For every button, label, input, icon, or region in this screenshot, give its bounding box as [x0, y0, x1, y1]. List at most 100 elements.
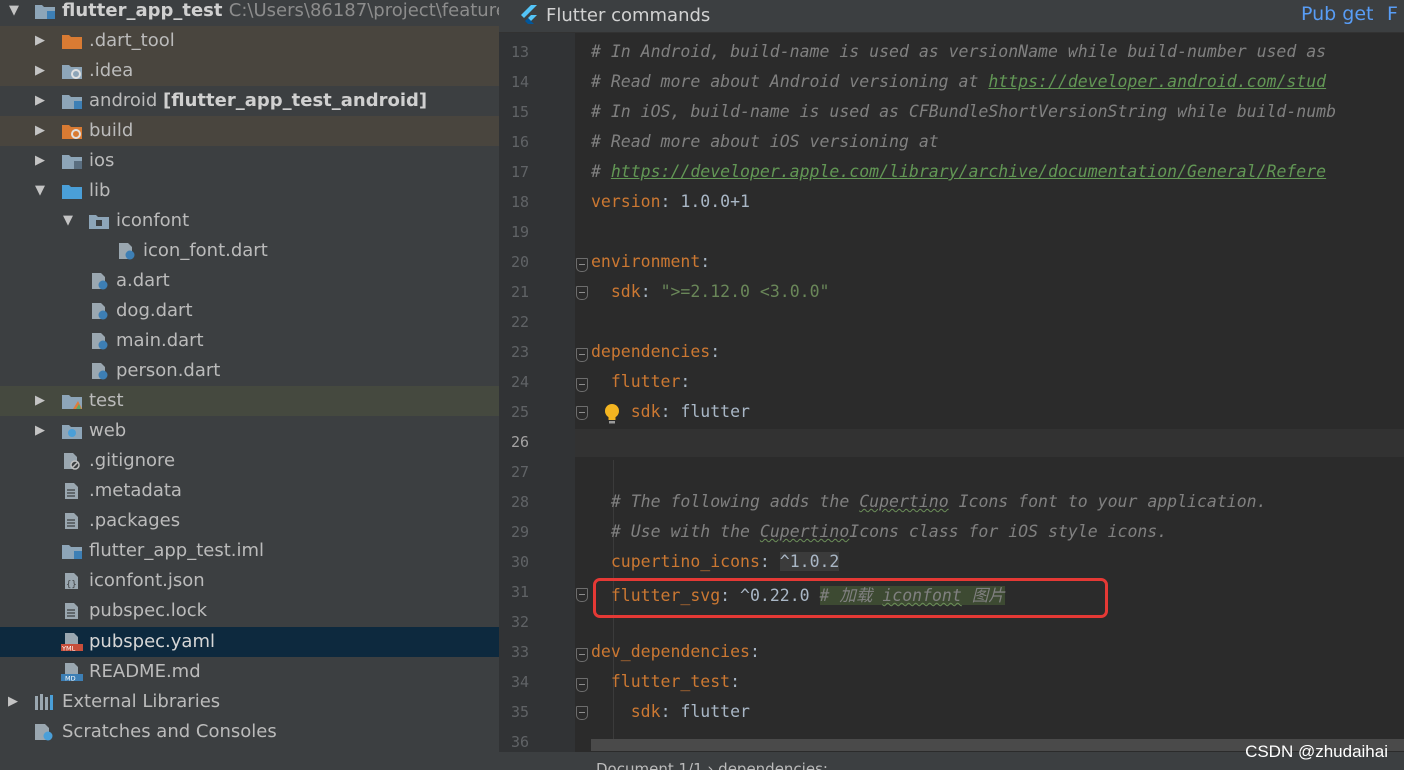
more-commands-link[interactable]: F: [1387, 3, 1398, 25]
code-line-34[interactable]: flutter_test:: [591, 672, 740, 691]
fold-marker-icon[interactable]: [576, 588, 588, 602]
line-number: 31: [510, 583, 529, 601]
fold-marker-icon[interactable]: [576, 348, 588, 362]
apple-docs-link[interactable]: https://developer.apple.com/library/arch…: [611, 162, 1326, 181]
breadcrumb-dependencies[interactable]: dependencies:: [718, 760, 828, 770]
lightbulb-icon[interactable]: [602, 403, 622, 425]
tree-row-a-dart[interactable]: a.dart: [0, 266, 499, 296]
code-line-23[interactable]: dependencies:: [591, 342, 720, 361]
tree-row-external-libraries[interactable]: ▶ External Libraries: [0, 687, 499, 717]
line-number: 34: [510, 673, 529, 691]
fold-marker-icon[interactable]: [576, 678, 588, 692]
collapse-arrow-icon[interactable]: ▼: [33, 183, 47, 199]
code-line-29[interactable]: # Use with the CupertinoIcons class for …: [591, 522, 1167, 541]
fold-marker-icon[interactable]: [576, 378, 588, 392]
text-file-icon: [65, 513, 78, 529]
tree-row-metadata[interactable]: .metadata: [0, 476, 499, 506]
tree-row-idea[interactable]: ▶ .idea: [0, 56, 499, 86]
line-number: 29: [510, 523, 529, 541]
expand-arrow-icon[interactable]: ▶: [33, 423, 47, 439]
highlight-annotation-box: [593, 578, 1108, 618]
code-editor[interactable]: Flutter commands Pub get F 13 14 15 16 1…: [499, 0, 1404, 770]
tree-row-build[interactable]: ▶ build: [0, 116, 499, 146]
code-line-35[interactable]: sdk: flutter: [591, 702, 750, 721]
tree-item-label: web: [89, 420, 127, 441]
tree-row-dog-dart[interactable]: dog.dart: [0, 296, 499, 326]
expand-arrow-icon[interactable]: ▶: [33, 33, 47, 49]
line-number: 35: [510, 703, 529, 721]
fold-marker-icon[interactable]: [576, 706, 588, 720]
tree-item-label: ios: [89, 150, 115, 171]
yaml-key: environment: [591, 252, 701, 271]
expand-arrow-icon[interactable]: ▶: [33, 93, 47, 109]
tree-row-main-dart[interactable]: main.dart: [0, 326, 499, 356]
code-line-24[interactable]: flutter:: [591, 372, 690, 391]
tree-item-label: .gitignore: [89, 450, 176, 471]
code-line-15[interactable]: # In iOS, build-name is used as CFBundle…: [591, 102, 1336, 121]
yaml-value: ^1.0.2: [779, 552, 840, 571]
tree-item-label: .metadata: [89, 480, 182, 501]
code-line-30[interactable]: cupertino_icons: ^1.0.2: [591, 552, 840, 571]
tree-row-lib[interactable]: ▼ lib: [0, 176, 499, 206]
code-line-28[interactable]: # The following adds the Cupertino Icons…: [591, 492, 1267, 511]
expand-arrow-icon[interactable]: ▶: [33, 393, 47, 409]
tree-row-android[interactable]: ▶ android [flutter_app_test_android]: [0, 86, 499, 116]
tree-row-dart-tool[interactable]: ▶ .dart_tool: [0, 26, 499, 56]
collapse-arrow-icon[interactable]: ▼: [61, 213, 75, 229]
module-folder-icon: [62, 95, 82, 109]
fold-marker-icon[interactable]: [576, 258, 588, 272]
code-line-20[interactable]: environment:: [591, 252, 710, 271]
yaml-separator: :: [730, 672, 741, 691]
expand-arrow-icon[interactable]: ▼: [7, 3, 21, 19]
code-line-13[interactable]: # In Android, build-name is used as vers…: [591, 42, 1326, 61]
code-line-21[interactable]: sdk: ">=2.12.0 <3.0.0": [591, 282, 830, 301]
fold-marker-icon[interactable]: [576, 286, 588, 300]
tree-row-icon-font-dart[interactable]: icon_font.dart: [0, 236, 499, 266]
comment-text: Icons font to your application.: [948, 492, 1267, 511]
tree-item-label: build: [89, 120, 134, 141]
svg-text:YML: YML: [61, 645, 76, 652]
tree-row-scratches[interactable]: Scratches and Consoles: [0, 717, 499, 747]
yaml-value: flutter: [680, 402, 750, 421]
expand-arrow-icon[interactable]: ▶: [33, 63, 47, 79]
expand-arrow-icon[interactable]: ▶: [33, 123, 47, 139]
dart-file-icon: [92, 333, 108, 350]
code-line-14[interactable]: # Read more about Android versioning at …: [591, 72, 1326, 91]
tree-row-readme[interactable]: MD README.md: [0, 657, 499, 687]
tree-row-pubspec-yaml[interactable]: YML pubspec.yaml: [0, 627, 499, 657]
tree-row-person-dart[interactable]: person.dart: [0, 356, 499, 386]
tree-row-test[interactable]: ▶ test: [0, 386, 499, 416]
tree-row-gitignore[interactable]: .gitignore: [0, 446, 499, 476]
tree-row-root[interactable]: ▼ flutter_app_test C:\Users\86187\projec…: [0, 0, 499, 26]
tree-row-ios[interactable]: ▶ ios: [0, 146, 499, 176]
expand-arrow-icon[interactable]: ▶: [6, 694, 20, 710]
tree-item-label: .dart_tool: [89, 30, 175, 51]
breadcrumb-document[interactable]: Document 1/1: [596, 760, 703, 770]
fold-marker-icon[interactable]: [576, 648, 588, 662]
ignore-file-icon: [64, 453, 80, 470]
expand-arrow-icon[interactable]: ▶: [33, 153, 47, 169]
fold-marker-icon[interactable]: [576, 406, 588, 420]
tree-row-iml[interactable]: flutter_app_test.iml: [0, 536, 499, 566]
line-number: 18: [510, 193, 529, 211]
tree-item-label: person.dart: [116, 360, 221, 381]
code-line-17[interactable]: # https://developer.apple.com/library/ar…: [591, 162, 1326, 181]
line-number: 14: [510, 73, 529, 91]
tree-row-packages[interactable]: .packages: [0, 506, 499, 536]
pub-get-link[interactable]: Pub get: [1301, 3, 1373, 25]
tree-row-iconfont-json[interactable]: {} iconfont.json: [0, 566, 499, 596]
tree-row-pubspec-lock[interactable]: pubspec.lock: [0, 596, 499, 626]
tree-item-label: README.md: [89, 661, 201, 682]
tree-row-web[interactable]: ▶ web: [0, 416, 499, 446]
code-line-16[interactable]: # Read more about iOS versioning at: [591, 132, 939, 151]
tree-item-label: .idea: [89, 60, 134, 81]
android-docs-link[interactable]: https://developer.android.com/stud: [988, 72, 1326, 91]
yaml-key: dependencies: [591, 342, 711, 361]
code-line-18[interactable]: version: 1.0.0+1: [591, 192, 750, 211]
yaml-separator: :: [710, 342, 721, 361]
code-line-33[interactable]: dev_dependencies:: [591, 642, 760, 661]
tree-row-iconfont[interactable]: ▼ iconfont: [0, 206, 499, 236]
yaml-separator: :: [749, 642, 760, 661]
yaml-separator: :: [759, 552, 780, 571]
yaml-key: sdk: [630, 702, 661, 721]
